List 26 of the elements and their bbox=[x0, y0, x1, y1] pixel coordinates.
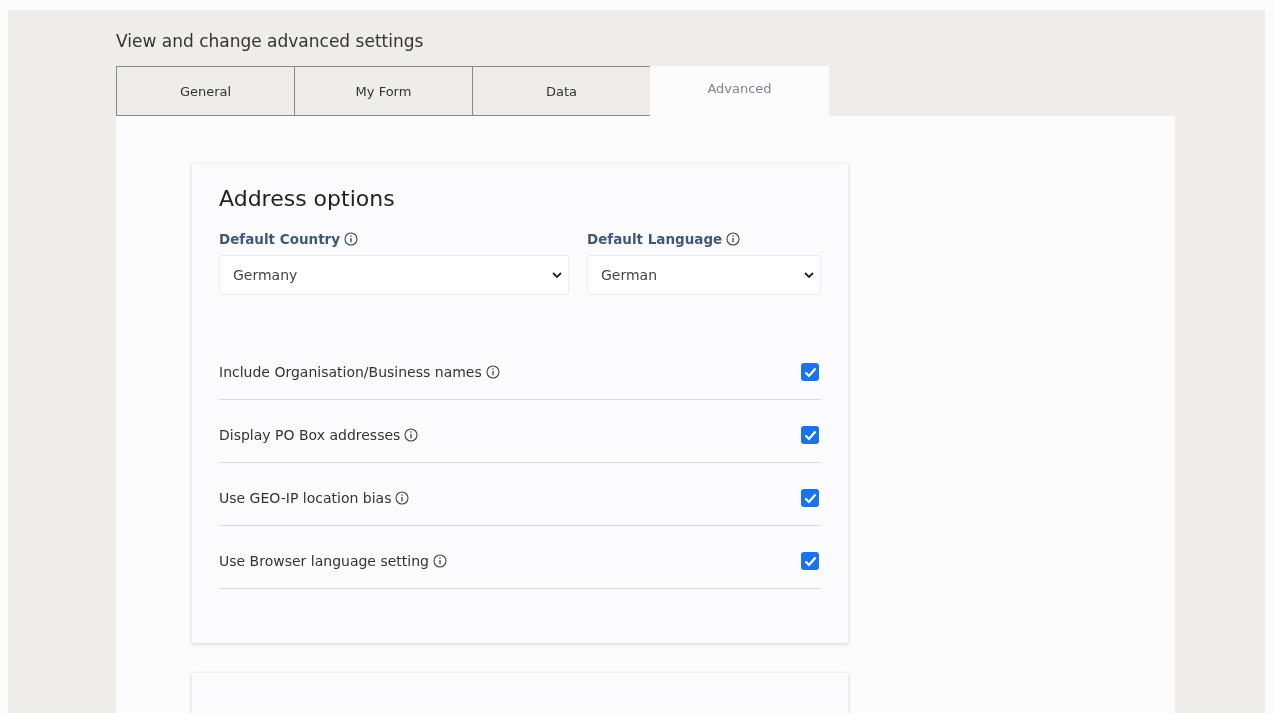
info-icon[interactable] bbox=[395, 491, 410, 505]
card-title: Address options bbox=[219, 186, 396, 211]
tab[interactable]: My Form bbox=[294, 66, 473, 116]
checkbox[interactable] bbox=[801, 426, 819, 444]
field-label: Default Country bbox=[219, 231, 341, 247]
info-icon[interactable] bbox=[404, 428, 419, 442]
chevron-down-icon bbox=[552, 271, 562, 279]
option-label: Use GEO-IP location bias bbox=[219, 490, 392, 506]
option-label: Use Browser language setting bbox=[219, 553, 429, 569]
field-label: Default Language bbox=[587, 231, 723, 247]
dropdown-field[interactable]: German bbox=[587, 255, 821, 295]
checkbox[interactable] bbox=[801, 489, 819, 507]
page-heading: View and change advanced settings bbox=[116, 31, 425, 53]
option-label: Display PO Box addresses bbox=[219, 427, 401, 443]
tab[interactable]: Data bbox=[472, 66, 651, 116]
info-icon[interactable] bbox=[344, 232, 359, 246]
option-label: Include Organisation/Business names bbox=[219, 364, 482, 380]
chevron-down-icon bbox=[804, 271, 814, 279]
info-icon[interactable] bbox=[432, 554, 447, 568]
tab[interactable]: Advanced bbox=[650, 66, 829, 116]
info-icon[interactable] bbox=[726, 232, 741, 246]
tab[interactable]: General bbox=[116, 66, 295, 116]
dropdown-field[interactable]: Germany bbox=[219, 255, 569, 295]
info-icon[interactable] bbox=[485, 365, 500, 379]
checkbox[interactable] bbox=[801, 552, 819, 570]
checkbox[interactable] bbox=[801, 363, 819, 381]
